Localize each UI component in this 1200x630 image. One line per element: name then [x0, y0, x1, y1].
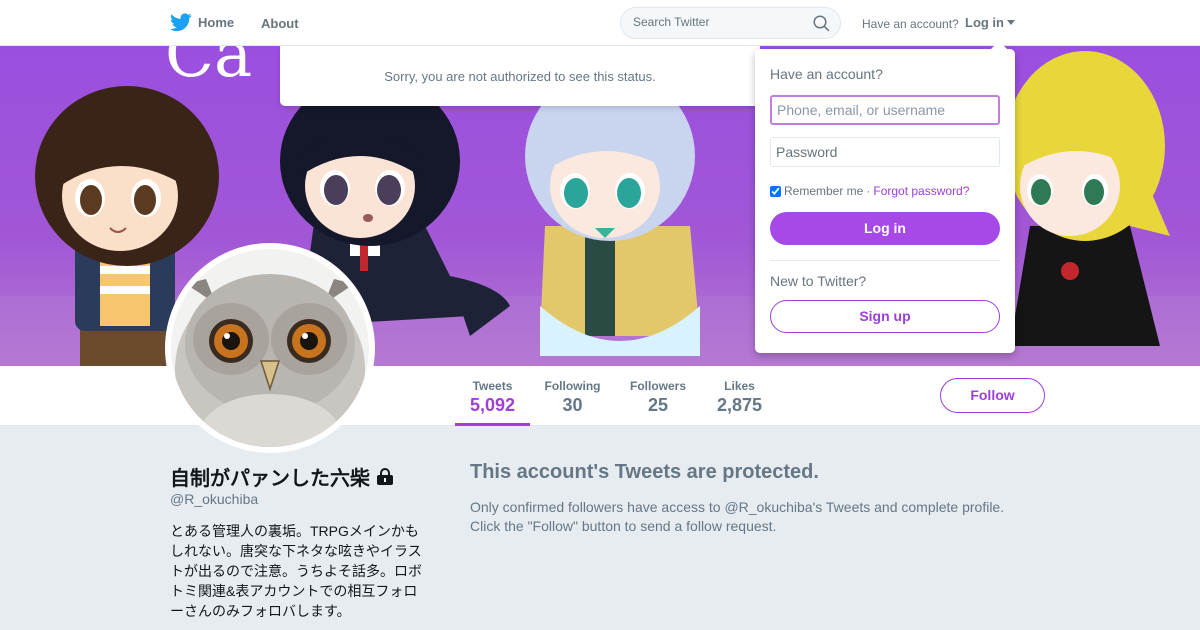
- stat-tweets[interactable]: Tweets 5,092: [455, 366, 530, 426]
- login-dropdown-toggle[interactable]: Log in: [965, 15, 1015, 30]
- protected-line-1: Only confirmed followers have access to …: [470, 499, 1005, 515]
- remember-me-label[interactable]: Remember me: [784, 184, 863, 198]
- protected-description: Only confirmed followers have access to …: [470, 498, 1030, 536]
- stat-label: Tweets: [472, 379, 513, 393]
- nav-home-label: Home: [198, 15, 235, 30]
- stat-value: 30: [562, 395, 583, 415]
- username-field[interactable]: [770, 95, 1000, 125]
- profile-handle[interactable]: @R_okuchiba: [170, 491, 258, 507]
- stat-likes[interactable]: Likes 2,875: [712, 366, 767, 426]
- remember-row: Remember me · Forgot password?: [770, 184, 969, 198]
- stat-label: Followers: [629, 379, 686, 393]
- remember-me-checkbox[interactable]: [770, 185, 781, 197]
- owl-avatar-image: [171, 249, 369, 447]
- dropdown-divider: [770, 260, 1000, 261]
- nav-home-link[interactable]: Home: [170, 13, 234, 32]
- search-input[interactable]: [633, 15, 803, 29]
- profile-name[interactable]: 自制がパァンした六柴: [170, 462, 394, 491]
- twitter-bird-icon: [170, 13, 192, 32]
- login-dropdown: Have an account? Remember me · Forgot pa…: [755, 41, 1015, 353]
- protected-title: This account's Tweets are protected.: [470, 461, 819, 483]
- protected-line-2: Click the "Follow" button to send a foll…: [470, 518, 777, 534]
- forgot-password-link[interactable]: Forgot password?: [873, 184, 969, 198]
- toast-message: Sorry, you are not authorized to see thi…: [384, 69, 656, 84]
- signup-button[interactable]: Sign up: [770, 300, 1000, 333]
- stat-followers[interactable]: Followers 25: [625, 366, 691, 426]
- unauthorized-toast: Sorry, you are not authorized to see thi…: [280, 46, 760, 106]
- search-icon[interactable]: [813, 15, 830, 32]
- follow-button[interactable]: Follow: [940, 378, 1045, 413]
- new-to-twitter-text: New to Twitter?: [770, 273, 867, 289]
- remember-separator: ·: [866, 184, 871, 198]
- password-field[interactable]: [770, 137, 1000, 167]
- banner-text: Ca: [165, 46, 252, 92]
- stat-label: Likes: [724, 379, 755, 393]
- search-box: [620, 7, 841, 39]
- profile-name-text: 自制がパァンした六柴: [170, 468, 370, 490]
- lock-icon: [377, 467, 393, 485]
- login-toggle-label: Log in: [965, 15, 1004, 30]
- stat-following[interactable]: Following 30: [540, 366, 605, 426]
- nav-about-link[interactable]: About: [261, 16, 299, 31]
- avatar[interactable]: [165, 243, 375, 453]
- top-nav: Home About Have an account? Log in: [0, 0, 1200, 46]
- have-account-text: Have an account?: [862, 17, 959, 31]
- stat-value: 2,875: [716, 395, 763, 415]
- login-button[interactable]: Log in: [770, 212, 1000, 245]
- stat-value: 25: [647, 395, 669, 415]
- dropdown-title: Have an account?: [770, 66, 883, 82]
- stat-value: 5,092: [469, 395, 516, 415]
- profile-bio: とある管理人の裏垢。TRPGメインかもしれない。唐突な下ネタな呟きやイラストが出…: [170, 523, 422, 619]
- stat-label: Following: [544, 379, 601, 393]
- caret-down-icon: [1007, 20, 1015, 25]
